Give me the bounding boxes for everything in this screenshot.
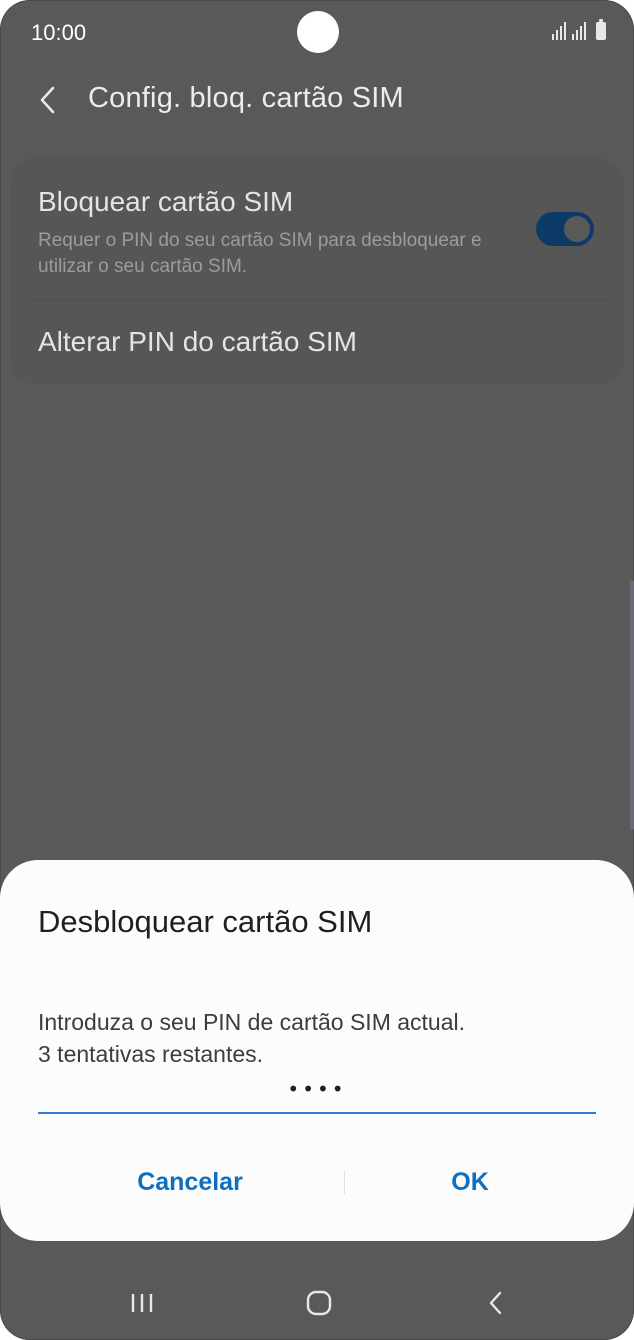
cancel-button[interactable]: Cancelar — [50, 1150, 330, 1214]
ok-button[interactable]: OK — [330, 1150, 610, 1214]
front-camera — [297, 11, 339, 53]
battery-icon — [596, 19, 606, 40]
signal-icon — [572, 20, 586, 40]
recents-button[interactable] — [112, 1278, 172, 1328]
change-pin-row[interactable]: Alterar PIN do cartão SIM — [10, 300, 624, 384]
status-time: 10:00 — [31, 20, 87, 45]
dialog-message: Introduza o seu PIN de cartão SIM actual… — [38, 1006, 465, 1070]
navigation-bar — [0, 1268, 634, 1340]
status-icons — [552, 19, 606, 40]
lock-sim-toggle[interactable] — [536, 212, 594, 246]
home-icon — [306, 1290, 332, 1316]
signal-icon — [552, 20, 566, 40]
recents-icon — [131, 1294, 153, 1312]
app-bar: Config. bloq. cartão SIM — [0, 70, 634, 130]
toggle-knob — [562, 214, 592, 244]
edge-panel-handle[interactable] — [630, 580, 634, 830]
unlock-sim-dialog: Desbloquear cartão SIM Introduza o seu P… — [0, 860, 634, 1241]
back-button[interactable] — [26, 78, 70, 122]
lock-sim-title: Bloquear cartão SIM — [38, 186, 294, 217]
status-bar: 10:00 — [0, 0, 634, 64]
lock-sim-summary: Requer o PIN do seu cartão SIM para desb… — [38, 230, 482, 277]
page-title: Config. bloq. cartão SIM — [88, 82, 404, 114]
change-pin-title: Alterar PIN do cartão SIM — [38, 326, 358, 357]
nav-back-button[interactable] — [466, 1278, 526, 1328]
pin-input[interactable] — [38, 1066, 596, 1114]
phone-screen: 10:00 Config. bloq. cartão SIM Bloquear … — [0, 0, 634, 1340]
dialog-title: Desbloquear cartão SIM — [38, 904, 373, 939]
lock-sim-row[interactable]: Bloquear cartão SIM Requer o PIN do seu … — [10, 158, 624, 298]
chevron-left-icon — [40, 86, 55, 114]
settings-card: Bloquear cartão SIM Requer o PIN do seu … — [10, 158, 624, 384]
home-button[interactable] — [289, 1278, 349, 1328]
back-icon — [489, 1291, 502, 1315]
dialog-message-line1: Introduza o seu PIN de cartão SIM actual… — [38, 1009, 466, 1035]
